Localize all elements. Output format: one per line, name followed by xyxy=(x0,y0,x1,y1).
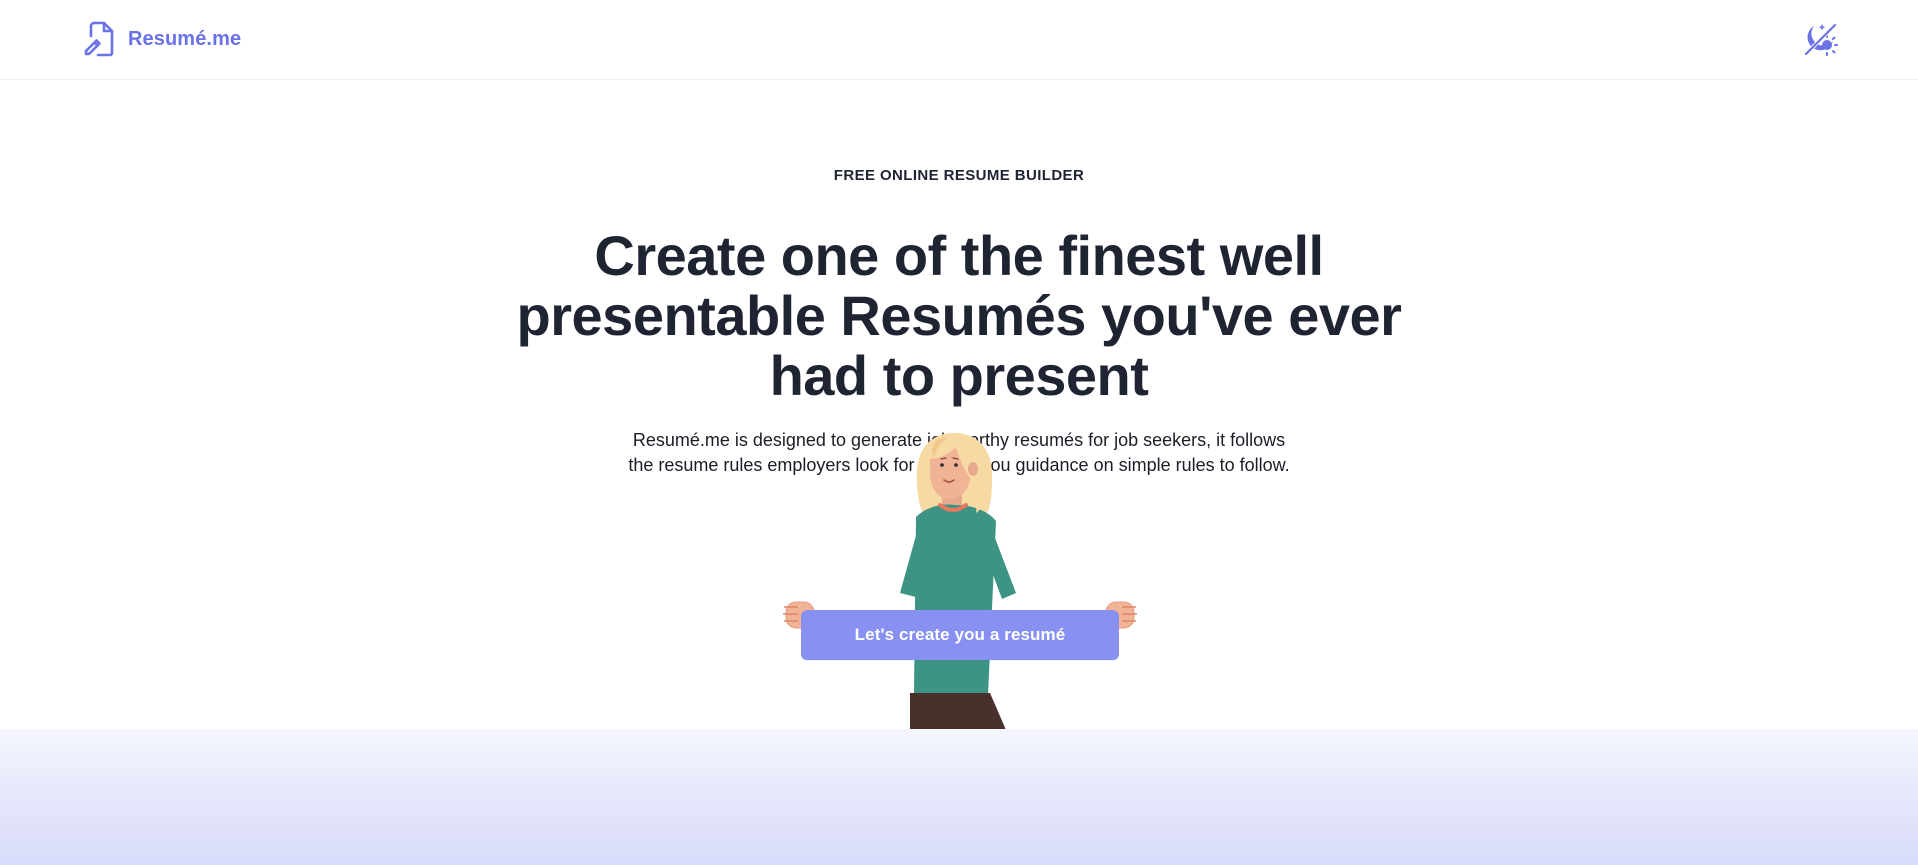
hero-eyebrow: FREE ONLINE RESUME BUILDER xyxy=(833,167,1085,184)
file-edit-icon xyxy=(84,21,114,57)
create-resume-button[interactable]: Let's create you a resumé xyxy=(801,610,1119,660)
headline-line: had to present xyxy=(769,344,1149,407)
brand-name: Resumé.me xyxy=(128,27,242,50)
hero-headline: Create one of the finest well presentabl… xyxy=(359,226,1559,406)
moon-sun-toggle-icon xyxy=(1804,23,1838,56)
headline-line: Create one of the finest well xyxy=(594,224,1324,287)
top-navbar: Resumé.me xyxy=(0,0,1918,80)
theme-toggle-button[interactable] xyxy=(1800,20,1840,58)
person-holding-sign-illustration xyxy=(900,433,1016,730)
bottom-gradient-band xyxy=(0,729,1918,865)
headline-line: presentable Resumés you've ever xyxy=(516,284,1402,347)
person-illustration xyxy=(780,425,1140,730)
brand-logo-link[interactable]: Resumé.me xyxy=(82,20,241,58)
